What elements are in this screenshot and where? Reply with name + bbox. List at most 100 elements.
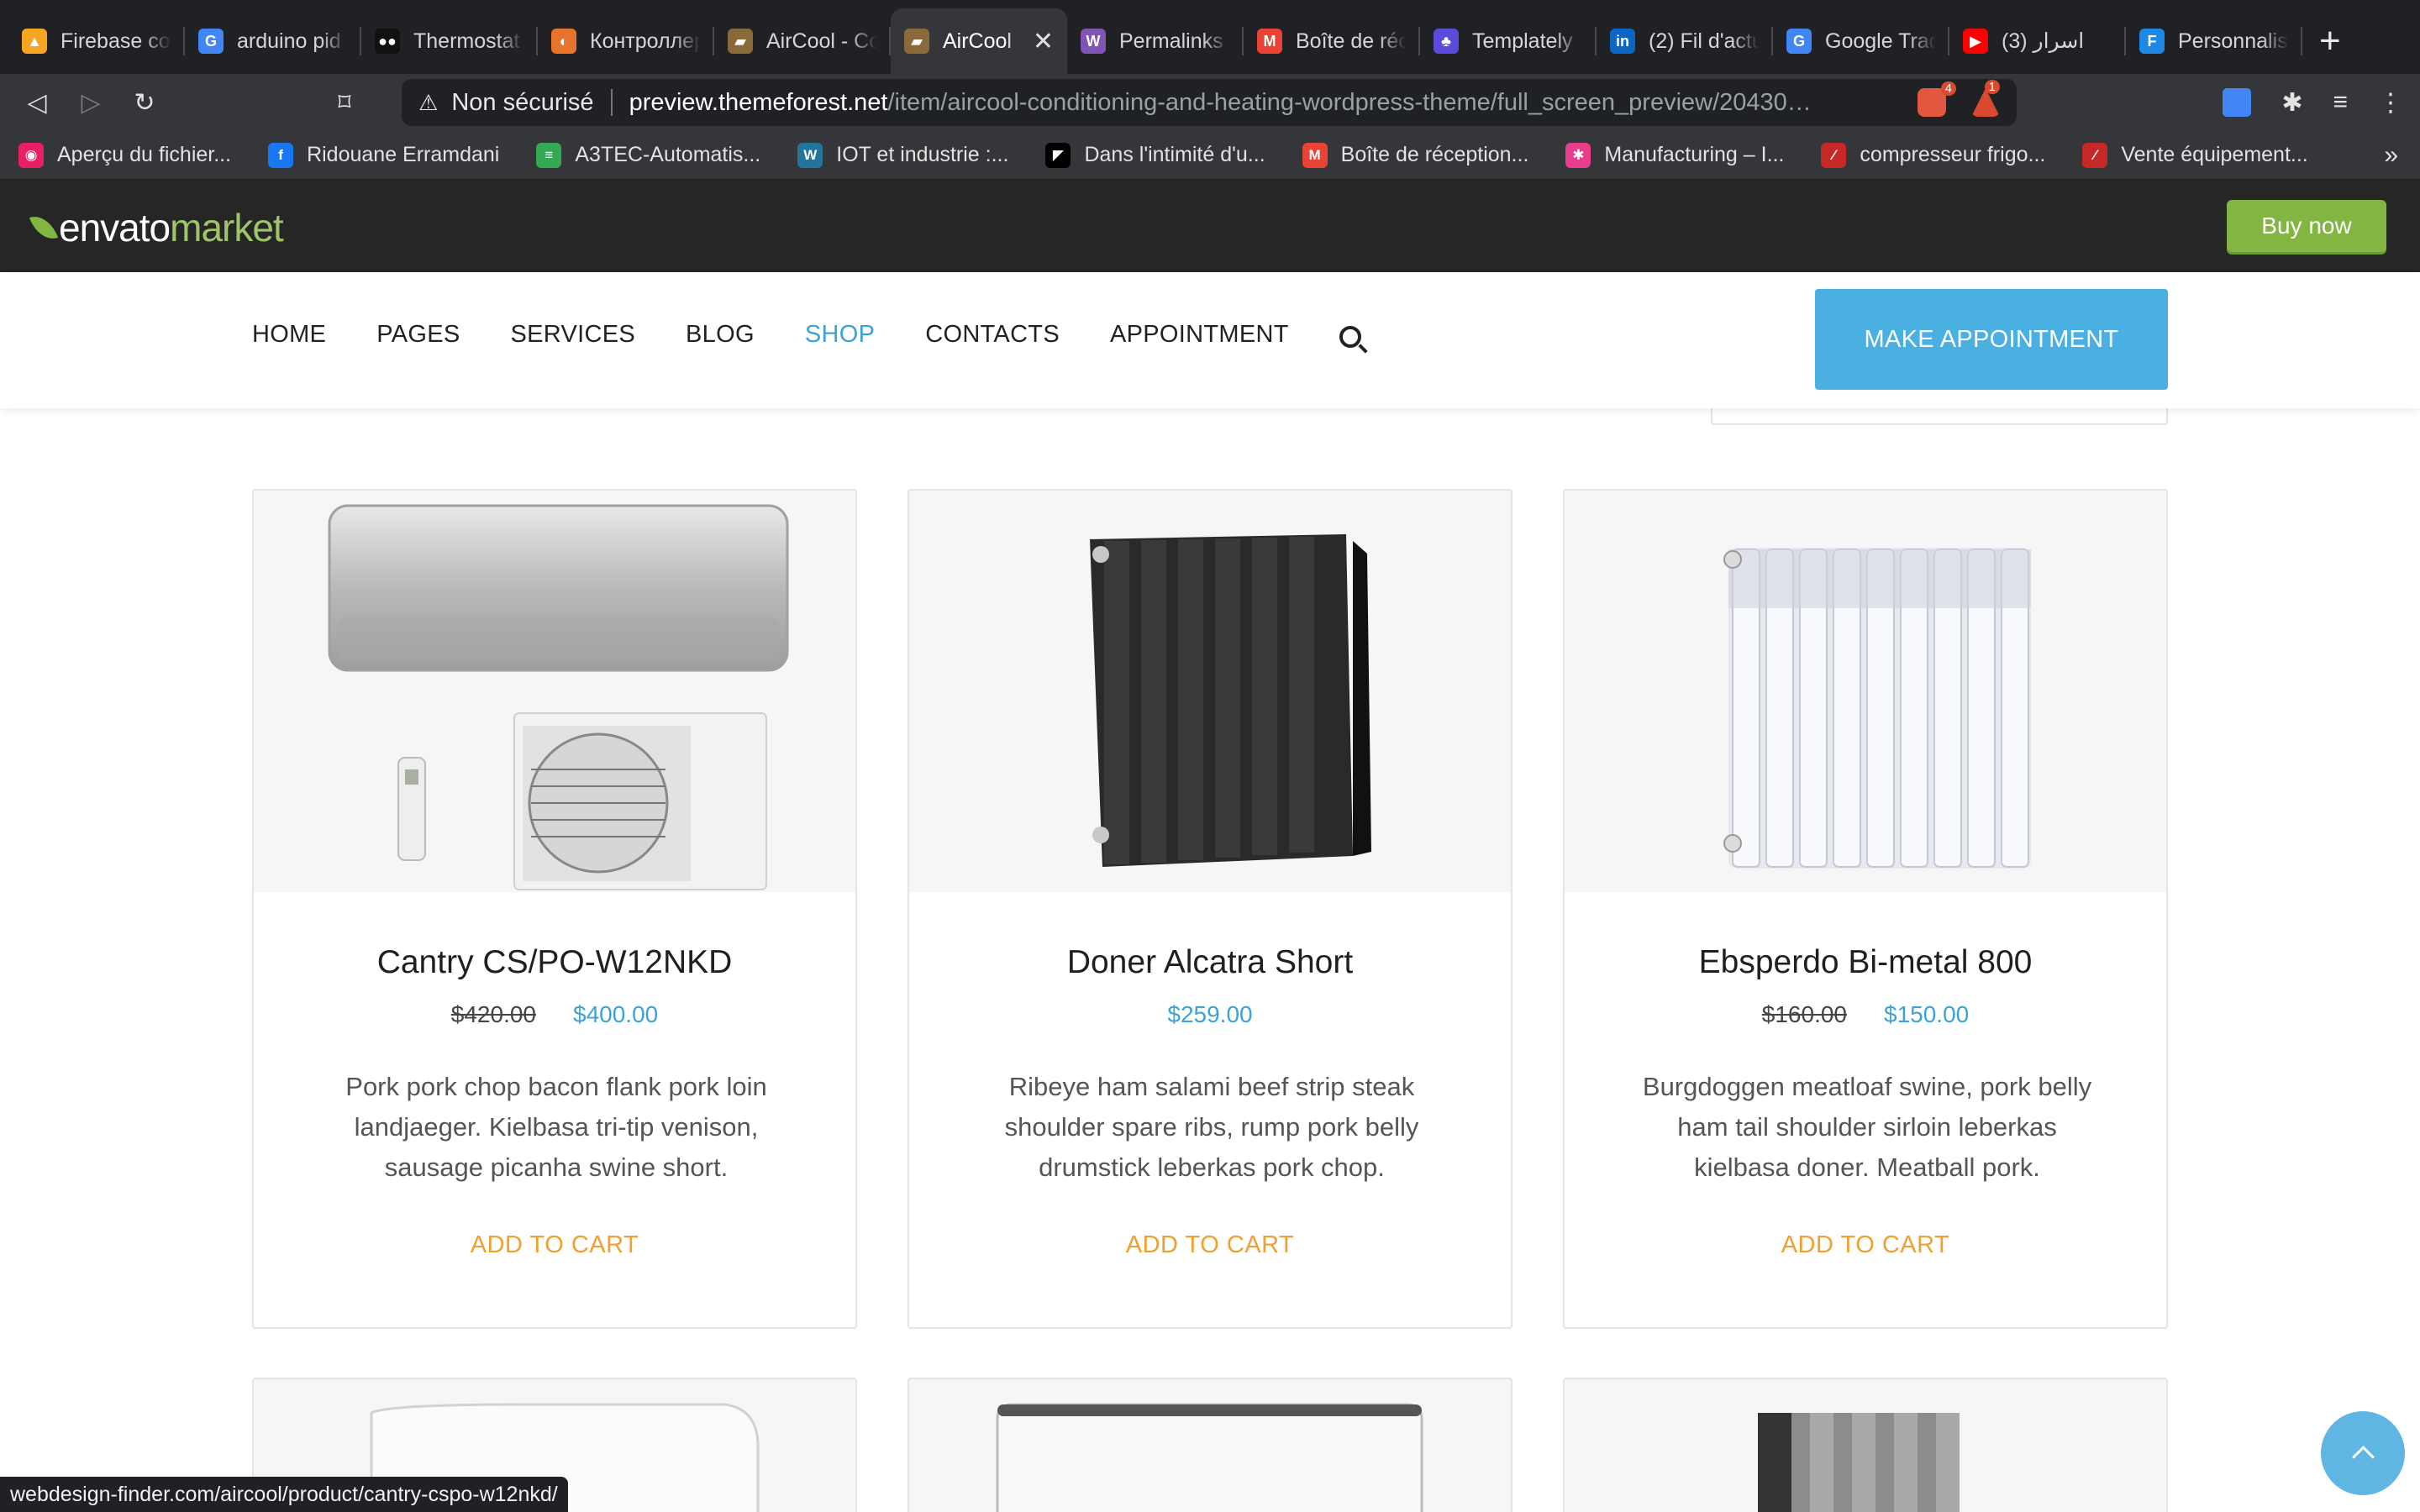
bookmark-item[interactable]: ✱ Manufacturing – I... <box>1565 142 1784 168</box>
main-menu: HOME PAGES SERVICES BLOG SHOP CONTACTS APPOINT… <box>252 321 1361 349</box>
tab-favicon-icon: ◐ <box>551 29 576 54</box>
media-icon[interactable]: ≡ <box>2333 88 2348 117</box>
tab-favicon-icon: ▲ <box>22 29 47 54</box>
bookmark-label: Boîte de réception... <box>1340 143 1529 166</box>
envato-logo[interactable]: envato market <box>29 205 284 250</box>
back-icon[interactable]: ◁ <box>10 76 64 129</box>
tab-label: Boîte de réc <box>1296 29 1407 53</box>
search-icon[interactable] <box>1339 326 1361 348</box>
new-tab-icon[interactable]: + <box>2319 8 2341 74</box>
menu-item-pages[interactable]: PAGES <box>376 321 460 349</box>
add-to-cart-button[interactable]: ADD TO CART <box>254 1231 855 1259</box>
tab-label: Templately <box>1472 29 1573 53</box>
envato-bar: envato market Buy now <box>0 180 2420 272</box>
browser-tab[interactable]: ▶ (3) اسرار <box>1949 8 2126 74</box>
bookmark-item[interactable]: ⁄ Vente équipement... <box>2082 142 2308 168</box>
bookmark-item[interactable]: ◉ Aperçu du fichier... <box>18 142 231 168</box>
menu-item-appointment[interactable]: APPOINTMENT <box>1110 321 1289 349</box>
browser-tab[interactable]: ▲ Firebase console <box>8 8 185 74</box>
current-price: $150.00 <box>1884 1001 1970 1027</box>
product-card[interactable] <box>908 1378 1512 1512</box>
browser-tab-bar: ▲ Firebase console Garduino pid ●● Thermosta… <box>0 0 2420 74</box>
browser-tab[interactable]: ♣ Templately <box>1420 8 1597 74</box>
browser-tab[interactable]: Garduino pid <box>185 8 361 74</box>
bookmark-label: compresseur frigo... <box>1860 143 2046 166</box>
bookmarks-more-icon[interactable]: » <box>2384 141 2398 170</box>
menu-icon[interactable]: ⋮ <box>2378 88 2403 118</box>
buy-now-button[interactable]: Buy now <box>2227 200 2386 252</box>
product-card: Cantry CS/PO-W12NKD $420.00 $400.00 Pork … <box>252 489 857 1329</box>
browser-toolbar: ◁ ▷ ↻ ⌑ ⚠ Non sécurisé preview.themefore… <box>0 74 2420 131</box>
scroll-to-top-button[interactable] <box>2321 1411 2405 1495</box>
browser-tab[interactable]: M Boîte de réc <box>1244 8 1420 74</box>
bookmark-icon[interactable]: ⌑ <box>318 76 371 129</box>
tab-favicon-icon: M <box>1257 29 1282 54</box>
bookmark-favicon-icon: ⁄ <box>1821 142 1847 168</box>
tab-favicon-icon: G <box>1786 29 1812 54</box>
tab-label: Firebase console <box>60 29 171 53</box>
tab-favicon-icon: ▰ <box>728 29 753 54</box>
make-appointment-button[interactable]: MAKE APPOINTMENT <box>1815 289 2168 390</box>
product-card: Doner Alcatra Short $259.00 Ribeye ham s… <box>908 489 1512 1329</box>
tab-favicon-icon: ▰ <box>904 29 929 54</box>
add-to-cart-button[interactable]: ADD TO CART <box>909 1231 1511 1259</box>
browser-tab[interactable]: W Permalinks <box>1067 8 1244 74</box>
product-image <box>996 1403 1423 1512</box>
black-radiator-image <box>1090 534 1371 867</box>
bookmark-item[interactable]: M Boîte de réception... <box>1302 142 1529 168</box>
tab-label: Permalinks <box>1119 29 1223 53</box>
extensions-icon[interactable]: ✱ <box>2281 88 2302 118</box>
bookmark-item[interactable]: W IOT et industrie :... <box>797 142 1009 168</box>
product-description: Pork pork chop bacon flank pork loin lan… <box>345 1072 767 1182</box>
tab-favicon-icon: ▶ <box>1963 29 1988 54</box>
product-card[interactable] <box>1563 1378 2168 1512</box>
brave-count: 4 <box>1940 81 1956 96</box>
browser-tab[interactable]: F Personnalis <box>2126 8 2302 74</box>
bookmark-favicon-icon: ✱ <box>1565 142 1591 168</box>
bookmarks-bar: ◉ Aperçu du fichier... f Ridouane Erramdani… <box>0 131 2420 180</box>
tab-close-icon[interactable]: ✕ <box>1033 27 1054 56</box>
tab-favicon-icon: W <box>1081 29 1106 54</box>
add-to-cart-button[interactable]: ADD TO CART <box>1565 1231 2166 1259</box>
product-prices: $420.00 $400.00 <box>254 1001 855 1028</box>
menu-item-home[interactable]: HOME <box>252 321 326 349</box>
bookmark-favicon-icon: ◤ <box>1045 142 1071 168</box>
bookmark-item[interactable]: f Ridouane Erramdani <box>268 142 499 168</box>
browser-tab[interactable]: ▰ AirCool - Co <box>714 8 891 74</box>
browser-tab[interactable]: ▰ AirCool ✕ <box>891 8 1067 74</box>
product-image[interactable] <box>1565 491 2166 892</box>
bookmark-label: IOT et industrie :... <box>836 143 1009 166</box>
tab-favicon-icon: G <box>198 29 224 54</box>
brave-shield-icon[interactable]: 4 <box>1918 81 1956 117</box>
old-price: $420.00 <box>450 1001 536 1027</box>
menu-item-blog[interactable]: BLOG <box>686 321 755 349</box>
browser-tab[interactable]: in (2) Fil d'actu <box>1597 8 1773 74</box>
bookmark-item[interactable]: ◤ Dans l'intimité d'u... <box>1045 142 1265 168</box>
menu-item-shop[interactable]: SHOP <box>805 321 875 349</box>
product-title[interactable]: Cantry CS/PO-W12NKD <box>254 944 855 981</box>
translate-icon[interactable] <box>2223 88 2252 117</box>
tab-label: AirCool <box>943 29 1012 53</box>
leaf-icon <box>29 210 59 245</box>
browser-tab[interactable]: ◐ Контроллер <box>538 8 714 74</box>
reload-icon[interactable]: ↻ <box>118 76 171 129</box>
bookmark-label: A3TEC-Automatis... <box>575 143 761 166</box>
tab-favicon-icon: ♣ <box>1434 29 1459 54</box>
product-description: Burgdoggen meatloaf swine, pork belly ha… <box>1642 1072 2092 1182</box>
bookmark-item[interactable]: ≡ A3TEC-Automatis... <box>536 142 761 168</box>
bookmark-label: Dans l'intimité d'u... <box>1084 143 1265 166</box>
product-title[interactable]: Doner Alcatra Short <box>909 944 1511 981</box>
logo-text-envato: envato <box>59 206 171 249</box>
forward-icon[interactable]: ▷ <box>64 76 118 129</box>
menu-item-contacts[interactable]: CONTACTS <box>925 321 1060 349</box>
product-image[interactable] <box>254 491 855 892</box>
menu-item-services[interactable]: SERVICES <box>510 321 635 349</box>
address-bar[interactable]: ⚠ Non sécurisé preview.themeforest.net/i… <box>402 79 2017 126</box>
site-header: HOME PAGES SERVICES BLOG SHOP CONTACTS APPOINT… <box>0 272 2420 408</box>
browser-tab[interactable]: G Google Trad <box>1773 8 1949 74</box>
url-separator <box>610 89 613 116</box>
browser-tab[interactable]: ●● Thermostat <box>361 8 538 74</box>
bookmark-item[interactable]: ⁄ compresseur frigo... <box>1821 142 2046 168</box>
product-image[interactable] <box>909 491 1511 892</box>
product-title[interactable]: Ebsperdo Bi-metal 800 <box>1565 944 2166 981</box>
